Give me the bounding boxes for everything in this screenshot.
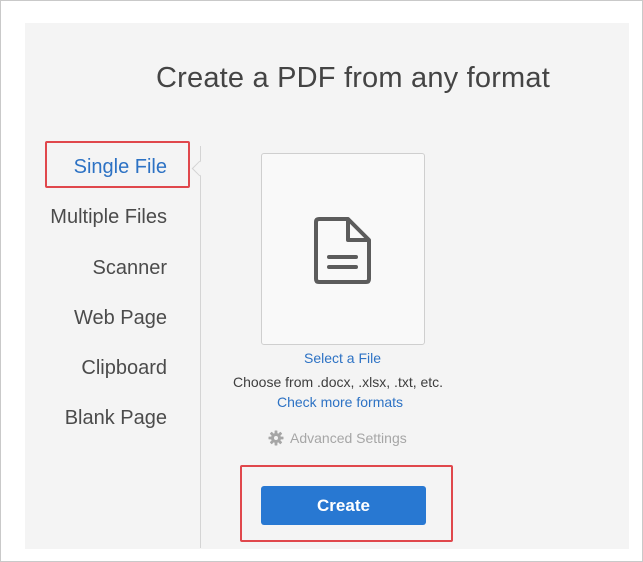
document-icon: [314, 217, 371, 284]
advanced-settings-label: Advanced Settings: [290, 430, 407, 446]
sidebar-item-web-page[interactable]: Web Page: [74, 307, 167, 330]
sidebar-item-blank-page[interactable]: Blank Page: [65, 407, 167, 430]
file-drop-zone[interactable]: [261, 153, 425, 345]
sidebar-item-multiple-files[interactable]: Multiple Files: [50, 206, 167, 229]
supported-formats-hint: Choose from .docx, .xlsx, .txt, etc.: [233, 374, 444, 390]
sidebar-item-scanner[interactable]: Scanner: [93, 257, 168, 280]
single-file-highlight: [45, 141, 190, 188]
sidebar-divider: [200, 146, 201, 548]
select-file-link[interactable]: Select a File: [304, 350, 381, 366]
advanced-settings-button[interactable]: Advanced Settings: [268, 429, 407, 447]
gear-icon: [268, 430, 284, 446]
check-more-formats-link[interactable]: Check more formats: [277, 394, 403, 410]
create-button-highlight: [240, 465, 453, 542]
page-title: Create a PDF from any format: [156, 62, 550, 94]
sidebar-item-clipboard[interactable]: Clipboard: [81, 357, 167, 380]
